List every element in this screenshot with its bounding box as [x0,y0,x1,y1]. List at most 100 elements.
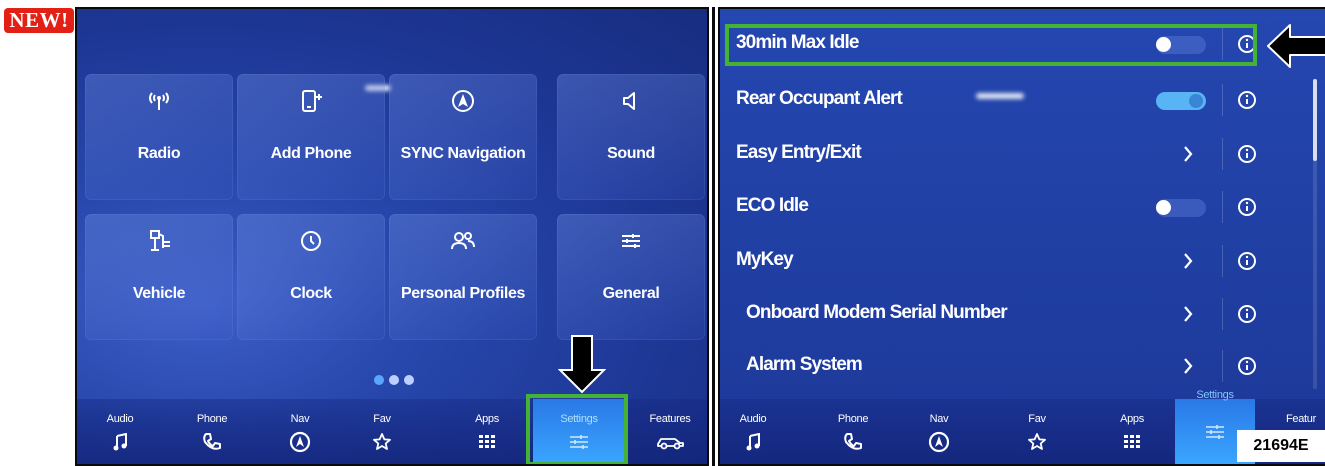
tile-add-phone[interactable]: Add Phone [237,74,385,200]
page-dot[interactable] [389,375,399,385]
clock-icon [237,228,385,254]
info-icon[interactable] [1236,303,1258,325]
nav-fav[interactable]: Fav [1004,399,1070,464]
vehicle-settings-icon [85,228,233,254]
tile-personal-profiles[interactable]: Personal Profiles [389,214,537,340]
scrollbar-thumb[interactable] [1313,79,1317,161]
row-separator [1222,245,1223,277]
nav-label: Fav [1028,413,1046,425]
nav-nav[interactable]: Nav [906,399,972,464]
nav-label: Featur [1286,413,1316,425]
toggle-rear-occupant-alert[interactable] [1156,92,1206,110]
tile-label: Add Phone [270,145,352,162]
add-phone-icon [237,88,385,114]
apps-grid-icon [1099,431,1165,453]
page-dot[interactable] [404,375,414,385]
page-indicator [374,375,414,385]
star-icon [1004,431,1070,453]
navigation-icon [389,88,537,114]
settings-row-eco-idle[interactable]: ECO Idle [724,182,1302,232]
callout-arrow-left-icon [1267,24,1325,68]
reference-number: 21694E [1237,430,1325,462]
row-separator [1222,191,1223,223]
settings-row-alarm-system[interactable]: Alarm System [724,341,1302,391]
nav-label: Settings [1196,389,1234,401]
nav-label: Phone [837,413,869,425]
nav-fav[interactable]: Fav [349,399,415,464]
chevron-right-icon [1184,306,1193,322]
panel-divider [709,0,718,466]
setting-label: MyKey [736,249,794,270]
row-separator [1222,298,1223,330]
chevron-right-icon [1184,358,1193,374]
callout-arrow-down-icon [558,335,606,394]
nav-label: Nav [929,413,949,425]
nav-label: Apps [1120,413,1144,425]
profiles-icon [389,228,537,254]
setting-label: Easy Entry/Exit [736,142,862,163]
vehicle-settings-panel: 30min Max Idle Rear Occupant Alert Easy … [718,7,1325,466]
settings-row-onboard-modem-serial-number[interactable]: Onboard Modem Serial Number [724,289,1302,339]
tile-sync-navigation[interactable]: SYNC Navigation [389,74,537,200]
star-icon [349,431,415,453]
setting-label: Rear Occupant Alert [736,88,903,109]
settings-row-rear-occupant-alert[interactable]: Rear Occupant Alert [724,75,1302,125]
setting-label: Alarm System [746,354,863,375]
tile-sound[interactable]: Sound [557,74,705,200]
row-separator [1222,138,1223,170]
music-note-icon [720,431,786,453]
nav-label: Features [649,413,691,425]
nav-label: Fav [373,413,391,425]
apps-grid-icon [454,431,520,453]
bottom-nav-bar: Audio Phone Nav Fav Apps Settings Featur [720,389,1325,464]
nav-label: Audio [106,413,134,425]
scrollbar[interactable] [1313,79,1317,389]
tile-label: General [602,285,660,302]
nav-phone[interactable]: Phone [820,399,886,464]
chevron-right-icon [1184,146,1193,162]
info-icon[interactable] [1236,143,1258,165]
nav-apps[interactable]: Apps [1099,399,1165,464]
tile-label: Vehicle [132,285,186,302]
max-idle-highlight-box [725,24,1257,66]
home-screen-panel: Radio Add Phone SYNC Navigation Sound Ve… [75,7,709,466]
nav-features[interactable]: Features [637,399,703,464]
nav-apps[interactable]: Apps [454,399,520,464]
tile-radio[interactable]: Radio [85,74,233,200]
nav-label: Audio [739,413,767,425]
music-note-icon [87,431,153,453]
tile-clock[interactable]: Clock [237,214,385,340]
car-icon [637,431,703,453]
settings-row-easy-entry-exit[interactable]: Easy Entry/Exit [724,129,1302,179]
nav-phone[interactable]: Phone [179,399,245,464]
setting-label: ECO Idle [736,195,809,216]
info-icon[interactable] [1236,89,1258,111]
tile-label: Radio [137,145,181,162]
phone-icon [820,431,886,453]
radio-signal-icon [85,88,233,114]
tile-label: Clock [290,285,332,302]
info-icon[interactable] [1236,355,1258,377]
tile-vehicle[interactable]: Vehicle [85,214,233,340]
nav-label: Phone [196,413,228,425]
setting-label: Onboard Modem Serial Number [746,302,1008,323]
settings-row-mykey[interactable]: MyKey [724,236,1302,286]
sliders-icon [557,228,705,254]
toggle-eco-idle[interactable] [1156,199,1206,217]
nav-label: Apps [475,413,499,425]
info-icon[interactable] [1236,196,1258,218]
nav-label: Nav [290,413,310,425]
speaker-icon [557,88,705,114]
row-separator [1222,350,1223,382]
tile-general[interactable]: General [557,214,705,340]
page-dot[interactable] [374,375,384,385]
nav-nav[interactable]: Nav [267,399,333,464]
tile-label: Sound [607,145,655,162]
tile-label: Personal Profiles [401,285,525,302]
row-separator [1222,84,1223,116]
chevron-right-icon [1184,253,1193,269]
info-icon[interactable] [1236,250,1258,272]
nav-audio[interactable]: Audio [720,399,786,464]
nav-compass-icon [906,431,972,453]
nav-audio[interactable]: Audio [87,399,153,464]
